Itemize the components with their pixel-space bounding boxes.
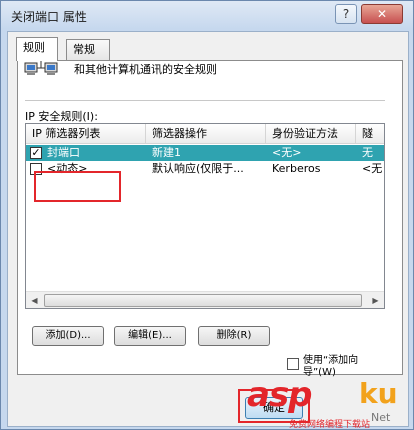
scroll-right-icon[interactable]: ▶ xyxy=(367,292,384,308)
rule-auth: Kerberos xyxy=(272,162,321,175)
rule-auth: <无> xyxy=(272,146,302,159)
watermark-asp: asp xyxy=(247,375,313,415)
rule-tunnel: <无 xyxy=(362,162,383,175)
rule-name: 封端口 xyxy=(47,146,80,159)
panel-heading: 和其他计算机通讯的安全规则 xyxy=(74,63,217,76)
remove-button[interactable]: 删除(R) xyxy=(198,326,270,346)
column-tunnel[interactable]: 隧 xyxy=(356,124,384,144)
add-button[interactable]: 添加(D)... xyxy=(32,326,104,346)
highlight-box-rule xyxy=(34,171,121,202)
edit-button[interactable]: 编辑(E)... xyxy=(114,326,186,346)
list-column-header: IP 筛选器列表 筛选器操作 身份验证方法 隧 xyxy=(26,124,384,144)
watermark-net: Net xyxy=(371,411,391,424)
column-filter-action[interactable]: 筛选器操作 xyxy=(146,124,266,144)
close-button[interactable]: ✕ xyxy=(361,4,403,24)
properties-dialog: 关闭端口 属性 ? ✕ 规则 常规 和其他计算机通讯的安全规则 IP 安全规则(… xyxy=(0,0,414,430)
watermark-subtitle: 免费网络编程下载站 xyxy=(289,420,371,430)
scrollbar-thumb[interactable] xyxy=(44,294,362,307)
watermark-logo: asp ku Net 免费网络编程下载站 xyxy=(247,375,414,430)
ip-rules-label: IP 安全规则(I): xyxy=(25,110,98,123)
scroll-left-icon[interactable]: ◀ xyxy=(26,292,43,308)
tab-general[interactable]: 常规 xyxy=(66,39,110,60)
list-row[interactable]: ✓ 封端口 新建1 <无> 无 xyxy=(26,145,384,161)
help-icon: ? xyxy=(342,7,350,21)
column-auth-method[interactable]: 身份验证方法 xyxy=(266,124,356,144)
rule-tunnel: 无 xyxy=(362,146,373,159)
divider xyxy=(25,100,385,101)
window-title: 关闭端口 属性 xyxy=(11,10,87,24)
horizontal-scrollbar[interactable]: ◀ ▶ xyxy=(26,291,384,308)
rule-checkbox[interactable]: ✓ xyxy=(30,147,42,159)
rule-action: 新建1 xyxy=(152,146,181,159)
close-icon: ✕ xyxy=(376,7,388,21)
rule-action: 默认响应(仅限于... xyxy=(152,162,244,175)
help-button[interactable]: ? xyxy=(335,4,357,24)
tab-rules[interactable]: 规则 xyxy=(16,37,58,61)
use-wizard-checkbox[interactable] xyxy=(287,358,299,370)
column-filter-list[interactable]: IP 筛选器列表 xyxy=(26,124,146,144)
ip-rules-list[interactable]: IP 筛选器列表 筛选器操作 身份验证方法 隧 ✓ 封端口 新建1 <无> 无 … xyxy=(25,123,385,309)
title-bar: 关闭端口 属性 ? ✕ xyxy=(1,1,413,29)
watermark-ku: ku xyxy=(359,377,398,410)
